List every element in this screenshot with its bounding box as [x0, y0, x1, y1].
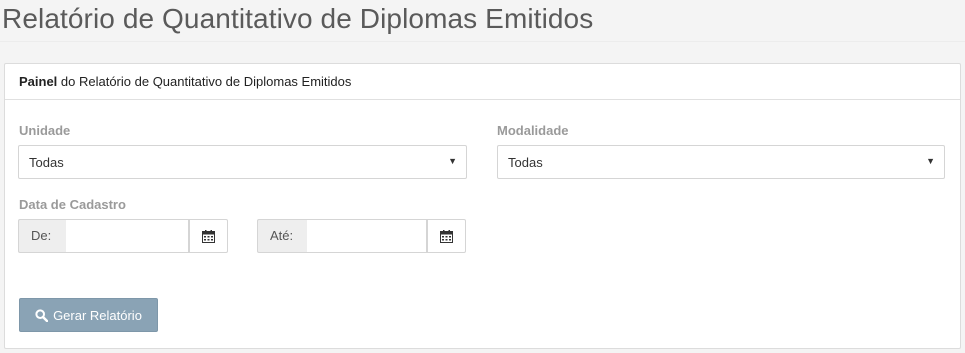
unidade-label: Unidade: [19, 123, 71, 138]
unidade-selected-value: Todas: [29, 155, 64, 170]
date-from-addon: De:: [18, 219, 66, 253]
generate-report-button[interactable]: Gerar Relatório: [19, 298, 158, 332]
modalidade-select[interactable]: Todas ▼: [497, 145, 945, 179]
report-panel: Painel do Relatório de Quantitativo de D…: [4, 63, 961, 349]
modalidade-selected-value: Todas: [508, 155, 543, 170]
unidade-select[interactable]: Todas ▼: [18, 145, 467, 179]
data-cadastro-label: Data de Cadastro: [19, 197, 126, 212]
panel-heading-text: do Relatório de Quantitativo de Diplomas…: [57, 74, 352, 89]
date-from-group: De:: [18, 219, 228, 253]
modalidade-label: Modalidade: [497, 123, 569, 138]
calendar-icon: [440, 229, 453, 243]
date-from-calendar-button[interactable]: [189, 219, 228, 253]
search-icon: [35, 308, 49, 322]
panel-heading-bold: Painel: [19, 74, 58, 89]
date-to-calendar-button[interactable]: [427, 219, 466, 253]
date-from-input[interactable]: [66, 219, 189, 253]
date-to-input[interactable]: [307, 219, 427, 253]
caret-down-icon: ▼: [926, 156, 935, 166]
calendar-icon: [202, 229, 215, 243]
date-to-group: Até:: [257, 219, 466, 253]
generate-report-label: Gerar Relatório: [53, 307, 142, 323]
panel-heading: Painel do Relatório de Quantitativo de D…: [5, 64, 960, 100]
date-to-addon: Até:: [257, 219, 307, 253]
page-title: Relatório de Quantitativo de Diplomas Em…: [2, 3, 594, 34]
caret-down-icon: ▼: [448, 156, 457, 166]
